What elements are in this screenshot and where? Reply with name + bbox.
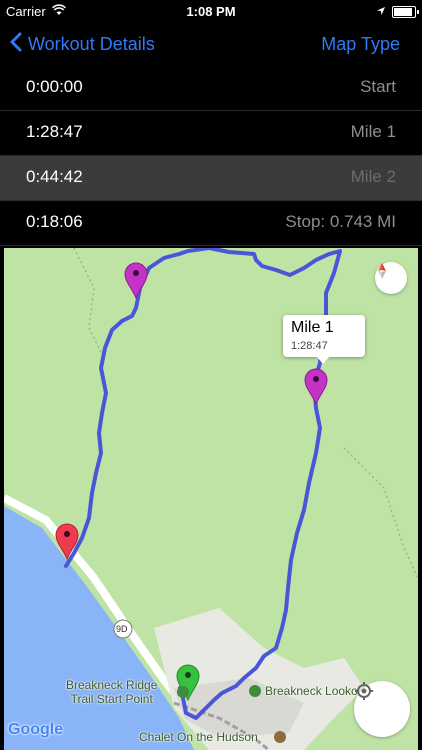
status-time: 1:08 PM	[186, 4, 236, 19]
google-logo: Google	[8, 721, 64, 738]
navigation-bar: Workout Details Map Type	[0, 22, 422, 66]
split-label: Mile 2	[350, 167, 396, 186]
chevron-left-icon	[10, 32, 22, 57]
split-row[interactable]: 0:00:00 Start	[0, 66, 422, 111]
split-time: 0:44:42	[26, 167, 83, 186]
callout-title: Mile 1	[291, 319, 334, 336]
split-label: Stop: 0.743 MI	[285, 212, 396, 231]
compass-button[interactable]	[375, 262, 407, 294]
status-bar: Carrier 1:08 PM	[0, 0, 422, 22]
split-row[interactable]: 1:28:47 Mile 1	[0, 111, 422, 156]
split-time: 0:00:00	[26, 77, 83, 96]
hiking-icon	[177, 686, 189, 698]
location-arrow-icon	[376, 4, 386, 19]
split-time: 1:28:47	[26, 122, 83, 141]
callout-tail	[316, 356, 330, 364]
split-label: Mile 1	[350, 122, 396, 141]
map-type-button[interactable]: Map Type	[321, 34, 400, 55]
back-button[interactable]: Workout Details	[10, 32, 155, 57]
route-map[interactable]: Mile 1 1:28:47 Breakneck Ridge Trail Sta…	[4, 248, 418, 750]
battery-icon	[392, 5, 419, 18]
chalet-label: Chalet On the Hudson	[139, 730, 258, 744]
split-row[interactable]: 0:18:06 Stop: 0.743 MI	[0, 201, 422, 246]
split-time: 0:18:06	[26, 212, 83, 231]
current-location-button[interactable]	[354, 681, 410, 737]
splits-list: 0:00:00 Start 1:28:47 Mile 1 0:44:42 Mil…	[0, 66, 422, 246]
back-button-label: Workout Details	[28, 34, 155, 54]
viewpoint-icon	[249, 685, 261, 697]
trail-start-label: Breakneck Ridge Trail Start Point	[66, 678, 158, 706]
lookout-label: Breakneck Looko	[265, 684, 358, 698]
lodging-icon	[274, 731, 286, 743]
split-label: Start	[360, 77, 396, 96]
callout-subtitle: 1:28:47	[291, 340, 328, 352]
road-number-label: 9D	[116, 624, 128, 634]
mile-1-callout[interactable]: Mile 1 1:28:47	[283, 315, 365, 364]
split-row-selected[interactable]: 0:44:42 Mile 2	[0, 156, 422, 201]
